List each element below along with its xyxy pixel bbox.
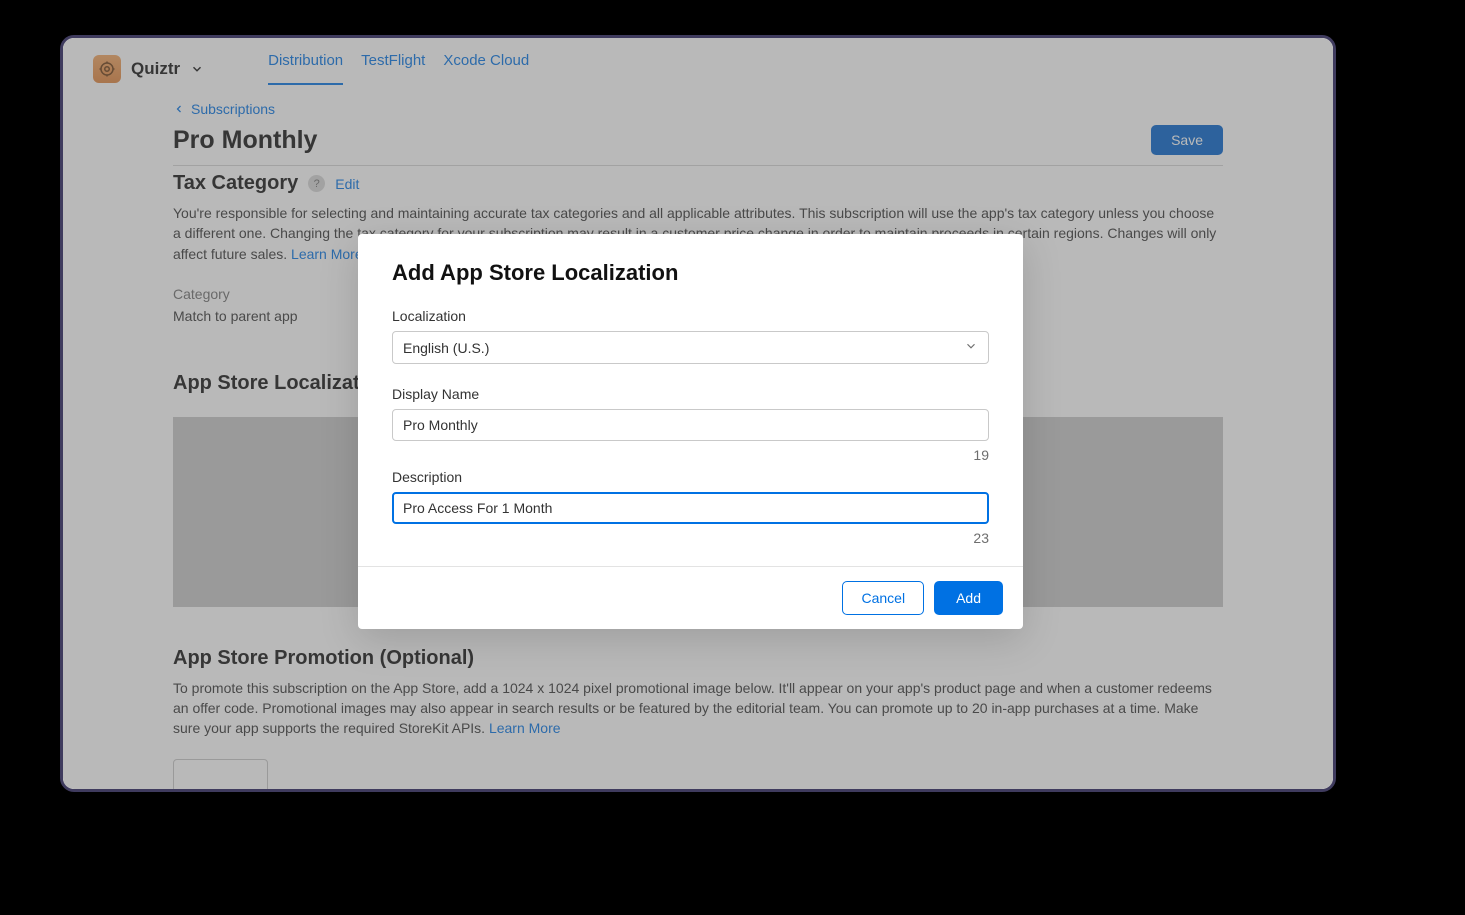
cancel-button[interactable]: Cancel <box>842 581 924 615</box>
app-window: Quiztr Distribution TestFlight Xcode Clo… <box>60 35 1336 792</box>
localization-field-label: Localization <box>392 308 989 324</box>
modal-footer: Cancel Add <box>358 566 1023 629</box>
description-counter: 23 <box>392 530 989 546</box>
localization-select[interactable]: English (U.S.) <box>392 331 989 364</box>
app-window-inner: Quiztr Distribution TestFlight Xcode Clo… <box>63 38 1333 789</box>
display-name-counter: 19 <box>392 447 989 463</box>
display-name-input[interactable] <box>392 409 989 441</box>
description-field-label: Description <box>392 469 989 485</box>
add-button[interactable]: Add <box>934 581 1003 615</box>
chevron-down-icon <box>964 339 978 356</box>
modal-title: Add App Store Localization <box>392 260 989 286</box>
display-name-field-label: Display Name <box>392 386 989 402</box>
localization-select-value: English (U.S.) <box>403 340 489 356</box>
add-localization-modal: Add App Store Localization Localization … <box>358 234 1023 629</box>
description-input[interactable] <box>392 492 989 524</box>
